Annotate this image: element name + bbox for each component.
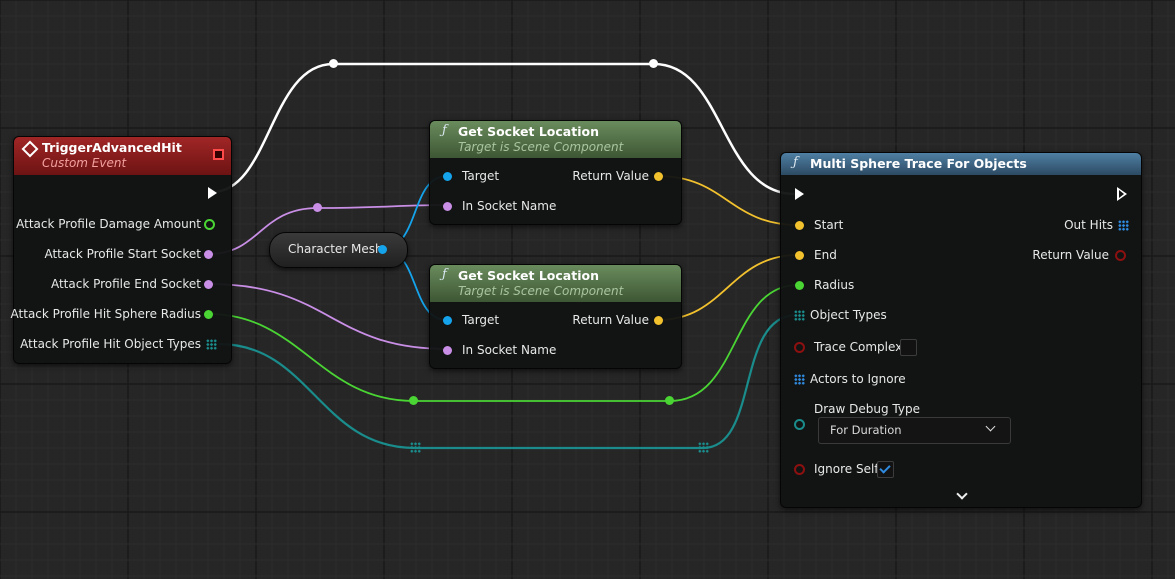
socket-node-2-title: Get Socket Location — [458, 268, 599, 283]
socket-node-1-socket-name-pin[interactable] — [443, 202, 452, 211]
trace-start-pin[interactable] — [795, 221, 804, 230]
exec-reroute-knot-2[interactable] — [649, 59, 658, 68]
custom-event-node[interactable]: TriggerAdvancedHit Custom Event Attack P… — [10, 136, 232, 364]
event-output-object-types-label: Attack Profile Hit Object Types — [20, 337, 201, 351]
draw-debug-type-dropdown[interactable]: For Duration — [818, 417, 1011, 444]
socket-node-1-target-label: Target — [462, 169, 500, 183]
socket-node-1-socket-name-label: In Socket Name — [462, 199, 557, 213]
ignore-self-checkbox[interactable] — [877, 461, 894, 478]
event-output-radius-label: Attack Profile Hit Sphere Radius — [10, 307, 201, 321]
event-exec-out-pin[interactable] — [208, 187, 217, 199]
radius-reroute-knot-2[interactable] — [665, 396, 674, 405]
trace-object-types-array-pin[interactable] — [794, 310, 805, 321]
socket-name-reroute-knot[interactable] — [313, 203, 322, 212]
socket-node-2-target-label: Target — [462, 313, 500, 327]
trace-radius-pin[interactable] — [795, 281, 804, 290]
trace-object-types-label: Object Types — [810, 308, 887, 322]
socket-node-2-socket-name-pin[interactable] — [443, 346, 452, 355]
draw-debug-type-value: For Duration — [830, 423, 902, 437]
ignore-self-pin[interactable] — [794, 464, 805, 475]
function-icon: ƒ — [793, 155, 798, 170]
event-output-end-socket-label: Attack Profile End Socket — [50, 277, 201, 291]
multi-sphere-trace-node[interactable]: ƒ Multi Sphere Trace For Objects Start E… — [780, 152, 1142, 508]
out-hits-label: Out Hits — [1064, 218, 1113, 232]
socket-node-1-title: Get Socket Location — [458, 124, 599, 139]
get-socket-location-node-2[interactable]: ƒ Get Socket Location Target is Scene Co… — [429, 264, 682, 369]
trace-exec-in-pin[interactable] — [795, 188, 804, 200]
expand-advanced-chevron-icon[interactable] — [956, 488, 968, 500]
object-types-reroute-knot-2[interactable] — [698, 442, 709, 453]
start-socket-pin[interactable] — [204, 250, 213, 259]
socket-node-2-socket-name-label: In Socket Name — [462, 343, 557, 357]
event-output-damage-label: Attack Profile Damage Amount — [16, 217, 201, 231]
socket-node-1-subtitle: Target is Scene Component — [458, 140, 624, 154]
socket-node-1-target-pin[interactable] — [443, 172, 452, 181]
damage-amount-pin[interactable] — [204, 219, 215, 230]
trace-exec-out-pin[interactable] — [1117, 187, 1127, 201]
socket-node-2-return-pin[interactable] — [654, 316, 663, 325]
trace-end-label: End — [814, 248, 837, 262]
trace-complex-pin[interactable] — [794, 342, 805, 353]
trace-return-value-pin[interactable] — [1115, 250, 1126, 261]
character-mesh-out-pin[interactable] — [378, 245, 387, 254]
actors-to-ignore-label: Actors to Ignore — [810, 372, 906, 386]
trace-complex-label: Trace Complex — [814, 340, 903, 354]
out-hits-array-pin[interactable] — [1118, 220, 1129, 231]
event-node-subtitle: Custom Event — [42, 156, 127, 170]
trace-return-value-label: Return Value — [1032, 248, 1109, 262]
socket-node-2-subtitle: Target is Scene Component — [458, 284, 624, 298]
draw-debug-type-label: Draw Debug Type — [814, 402, 920, 416]
actors-to-ignore-array-pin[interactable] — [794, 374, 805, 385]
socket-node-1-return-pin[interactable] — [654, 172, 663, 181]
chevron-down-icon — [985, 421, 996, 432]
function-icon: ƒ — [442, 123, 447, 138]
function-icon: ƒ — [442, 267, 447, 282]
hit-sphere-radius-pin[interactable] — [204, 310, 213, 319]
draw-debug-type-pin[interactable] — [794, 419, 805, 430]
character-mesh-label: Character Mesh — [288, 242, 383, 256]
radius-reroute-knot-1[interactable] — [409, 396, 418, 405]
socket-node-1-return-label: Return Value — [572, 169, 649, 183]
socket-node-2-target-pin[interactable] — [443, 316, 452, 325]
event-delegate-pin[interactable] — [213, 149, 224, 160]
trace-complex-checkbox[interactable] — [900, 339, 917, 356]
event-node-title: TriggerAdvancedHit — [42, 140, 182, 155]
object-types-reroute-knot-1[interactable] — [410, 442, 421, 453]
character-mesh-node[interactable]: Character Mesh — [269, 232, 408, 268]
trace-radius-label: Radius — [814, 278, 855, 292]
trace-start-label: Start — [814, 218, 844, 232]
checkmark-icon — [879, 462, 891, 474]
get-socket-location-node-1[interactable]: ƒ Get Socket Location Target is Scene Co… — [429, 120, 682, 225]
hit-object-types-array-pin[interactable] — [206, 339, 217, 350]
trace-node-title: Multi Sphere Trace For Objects — [810, 156, 1027, 171]
ignore-self-label: Ignore Self — [814, 462, 879, 476]
end-socket-pin[interactable] — [204, 280, 213, 289]
socket-node-2-return-label: Return Value — [572, 313, 649, 327]
trace-end-pin[interactable] — [795, 251, 804, 260]
exec-reroute-knot-1[interactable] — [329, 59, 338, 68]
event-output-start-socket-label: Attack Profile Start Socket — [44, 247, 201, 261]
